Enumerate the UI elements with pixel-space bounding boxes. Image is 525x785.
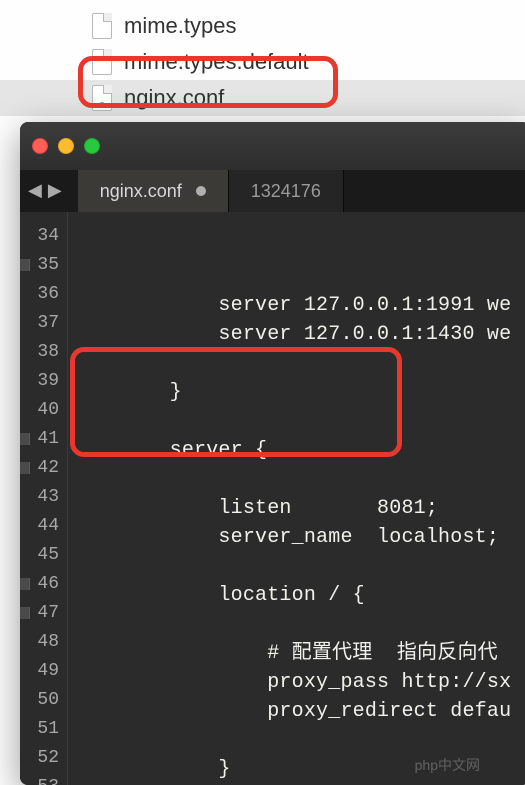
tab-bar: ◀ ▶ nginx.conf 1324176 bbox=[20, 170, 525, 212]
file-icon bbox=[92, 49, 112, 75]
code-line[interactable]: server { bbox=[68, 436, 525, 465]
code-line[interactable]: server_name localhost; bbox=[68, 523, 525, 552]
file-name: mime.types.default bbox=[124, 49, 309, 75]
code-line[interactable]: proxy_pass http://sx bbox=[68, 668, 525, 697]
code-area[interactable]: server 127.0.0.1:1991 we server 127.0.0.… bbox=[68, 212, 525, 785]
nav-arrows: ◀ ▶ bbox=[20, 180, 70, 202]
code-line[interactable]: listen 8081; bbox=[68, 494, 525, 523]
code-line[interactable]: server 127.0.0.1:1991 we bbox=[68, 291, 525, 320]
gutter-marker-icon bbox=[20, 462, 30, 474]
code-line[interactable] bbox=[68, 349, 525, 378]
file-row[interactable]: mime.types.default bbox=[0, 44, 525, 80]
dirty-indicator-icon bbox=[196, 186, 206, 196]
code-line[interactable] bbox=[68, 407, 525, 436]
line-number: 39 bbox=[20, 367, 67, 396]
line-number: 52 bbox=[20, 744, 67, 773]
line-number: 50 bbox=[20, 686, 67, 715]
nav-back-icon[interactable]: ◀ bbox=[28, 180, 42, 202]
code-line[interactable]: proxy_redirect defau bbox=[68, 697, 525, 726]
gutter-marker-icon bbox=[20, 433, 30, 445]
line-number: 51 bbox=[20, 715, 67, 744]
code-line[interactable]: location / { bbox=[68, 581, 525, 610]
minimize-icon[interactable] bbox=[58, 138, 74, 154]
tab-label: 1324176 bbox=[251, 181, 321, 202]
gutter-marker-icon bbox=[20, 607, 30, 619]
tab-nginx-conf[interactable]: nginx.conf bbox=[78, 170, 229, 212]
file-row[interactable]: mime.types bbox=[0, 8, 525, 44]
code-line[interactable]: } bbox=[68, 378, 525, 407]
code-line[interactable]: # 配置代理 指向反向代 bbox=[68, 639, 525, 668]
line-number: 53 bbox=[20, 773, 67, 785]
gutter-marker-icon bbox=[20, 578, 30, 590]
tab-label: nginx.conf bbox=[100, 181, 182, 202]
traffic-lights bbox=[32, 138, 100, 154]
code-line[interactable] bbox=[68, 552, 525, 581]
line-number: 34 bbox=[20, 222, 67, 251]
file-row-selected[interactable]: ⚙ nginx.conf bbox=[0, 80, 525, 116]
editor-body: 3435363738394041424344454647484950515253… bbox=[20, 212, 525, 785]
code-line[interactable] bbox=[68, 465, 525, 494]
editor-window: ◀ ▶ nginx.conf 1324176 34353637383940414… bbox=[20, 122, 525, 785]
file-name: mime.types bbox=[124, 13, 236, 39]
file-browser: mime.types mime.types.default ⚙ nginx.co… bbox=[0, 0, 525, 130]
watermark: php中文网 bbox=[415, 755, 480, 775]
file-name: nginx.conf bbox=[124, 85, 224, 111]
line-number: 49 bbox=[20, 657, 67, 686]
tab-other[interactable]: 1324176 bbox=[229, 170, 344, 212]
line-number: 40 bbox=[20, 396, 67, 425]
line-number: 36 bbox=[20, 280, 67, 309]
nav-forward-icon[interactable]: ▶ bbox=[48, 180, 62, 202]
zoom-icon[interactable] bbox=[84, 138, 100, 154]
code-line[interactable]: server 127.0.0.1:1430 we bbox=[68, 320, 525, 349]
tabs: nginx.conf 1324176 bbox=[78, 170, 344, 212]
config-file-icon: ⚙ bbox=[92, 85, 112, 111]
file-icon bbox=[92, 13, 112, 39]
close-icon[interactable] bbox=[32, 138, 48, 154]
line-number: 48 bbox=[20, 628, 67, 657]
gutter-marker-icon bbox=[20, 259, 30, 271]
line-number: 37 bbox=[20, 309, 67, 338]
line-number: 45 bbox=[20, 541, 67, 570]
code-line[interactable] bbox=[68, 610, 525, 639]
line-number: 44 bbox=[20, 512, 67, 541]
line-number: 38 bbox=[20, 338, 67, 367]
window-titlebar[interactable] bbox=[20, 122, 525, 170]
code-line[interactable] bbox=[68, 726, 525, 755]
line-number: 43 bbox=[20, 483, 67, 512]
line-number-gutter: 3435363738394041424344454647484950515253 bbox=[20, 212, 68, 785]
